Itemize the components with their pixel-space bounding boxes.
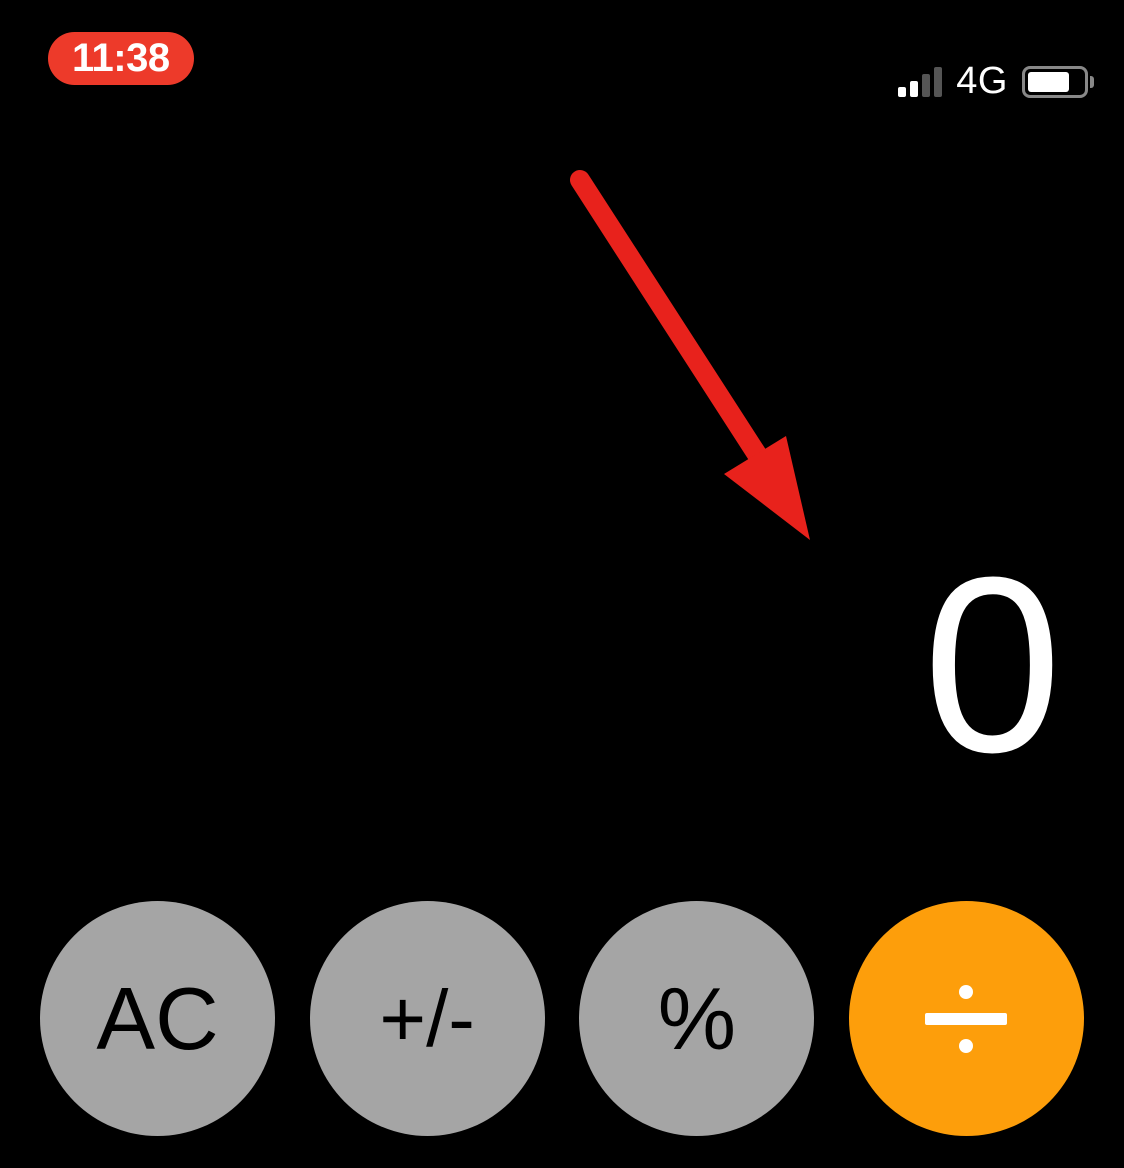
- divide-button[interactable]: [849, 901, 1084, 1136]
- divide-icon: [921, 974, 1011, 1064]
- sign-toggle-button[interactable]: +/-: [310, 901, 545, 1136]
- status-time-pill[interactable]: 11:38: [48, 32, 194, 85]
- status-right: 4G: [898, 60, 1094, 103]
- status-bar: 11:38 4G: [0, 0, 1124, 100]
- calculator-button-row: AC +/- %: [40, 901, 1084, 1136]
- annotation-arrow-icon: [560, 160, 860, 580]
- calculator-display[interactable]: 0: [923, 540, 1054, 790]
- cellular-signal-icon: [898, 67, 942, 97]
- clear-button[interactable]: AC: [40, 901, 275, 1136]
- network-type-label: 4G: [956, 60, 1008, 103]
- percent-button[interactable]: %: [579, 901, 814, 1136]
- battery-icon: [1022, 66, 1094, 98]
